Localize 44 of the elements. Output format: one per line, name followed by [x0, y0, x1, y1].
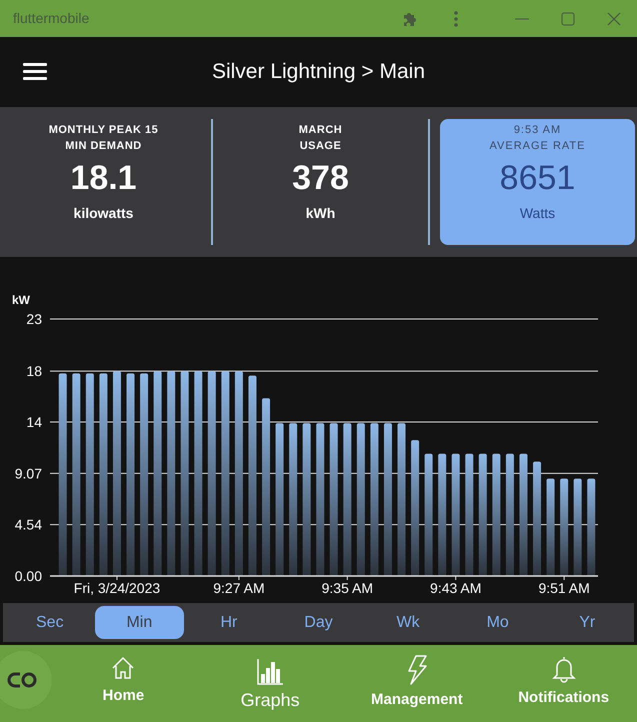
- x-axis-label: 9:51 AM: [538, 580, 590, 596]
- range-tab[interactable]: Wk: [363, 606, 453, 639]
- y-axis-label: 23: [26, 311, 42, 327]
- range-tab[interactable]: Hr: [184, 606, 274, 639]
- lightning-icon: [406, 655, 427, 685]
- x-axis-label: 9:43 AM: [430, 580, 482, 596]
- bar-chart-icon: [256, 657, 284, 685]
- stat-value: 8651: [500, 158, 576, 199]
- floating-button[interactable]: [0, 651, 52, 709]
- app-title: Silver Lightning > Main: [212, 58, 426, 84]
- stat-value: 18.1: [70, 158, 137, 199]
- x-axis-label: Fri, 3/24/2023: [74, 580, 160, 596]
- range-tab[interactable]: Mo: [452, 606, 542, 639]
- x-axis-label: 9:35 AM: [322, 580, 374, 596]
- range-tab[interactable]: Min: [94, 606, 184, 639]
- stat-unit: Watts: [520, 204, 556, 223]
- nav-tab[interactable]: Home: [50, 645, 197, 722]
- y-axis-label: 14: [26, 414, 42, 430]
- range-tab[interactable]: Yr: [542, 606, 632, 639]
- stat-label: MONTHLY PEAK 15: [48, 123, 158, 138]
- stat-label: USAGE: [300, 139, 342, 154]
- stat-label: MARCH: [298, 123, 342, 138]
- nav-tab[interactable]: Notifications: [490, 645, 637, 722]
- y-axis-label: 4.54: [14, 516, 42, 533]
- nav-tab[interactable]: Management: [344, 645, 490, 722]
- stat-label: AVERAGE RATE: [490, 139, 586, 154]
- x-axis-label: 9:27 AM: [213, 580, 265, 596]
- menu-icon[interactable]: [23, 63, 47, 81]
- stat-unit: kWh: [306, 204, 336, 223]
- stat-unit: kilowatts: [74, 204, 134, 223]
- range-tab[interactable]: Sec: [5, 606, 95, 639]
- link-icon: [7, 671, 39, 689]
- stat-label: MIN DEMAND: [65, 139, 142, 154]
- bell-icon: [550, 655, 577, 683]
- y-axis-label: 9.07: [14, 465, 42, 482]
- range-tab[interactable]: Day: [274, 606, 364, 639]
- home-icon: [110, 655, 136, 681]
- nav-tab[interactable]: Graphs: [196, 645, 344, 722]
- y-axis-label: 18: [26, 363, 42, 380]
- window-title: fluttermobile: [12, 9, 90, 28]
- stat-label: 9:53 AM: [514, 123, 562, 138]
- y-axis-label: 0.00: [14, 568, 42, 584]
- axis-unit: kW: [12, 293, 30, 307]
- stat-value: 378: [292, 158, 349, 199]
